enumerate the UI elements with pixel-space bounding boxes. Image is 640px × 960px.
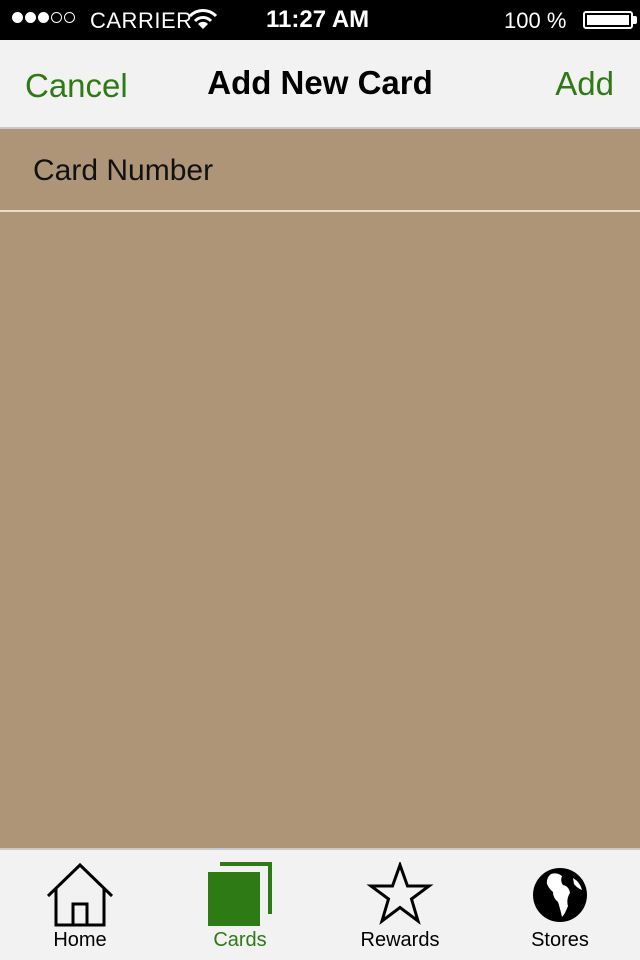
wifi-icon — [188, 7, 218, 37]
tab-label: Home — [53, 929, 107, 951]
nav-bar: Cancel Add New Card Add — [0, 40, 640, 129]
star-icon — [365, 860, 435, 928]
add-button[interactable]: Add — [555, 65, 614, 103]
card-number-input[interactable] — [0, 131, 640, 210]
status-time: 11:27 AM — [266, 6, 370, 33]
status-bar: CARRIER 11:27 AM 100 % — [0, 0, 640, 40]
globe-icon — [525, 862, 595, 928]
home-icon — [45, 862, 115, 928]
battery-percent: 100 % — [504, 8, 567, 33]
battery-icon — [583, 11, 633, 29]
page-title: Add New Card — [207, 64, 433, 101]
tab-rewards[interactable]: Rewards — [320, 850, 480, 960]
signal-strength-icon — [12, 12, 75, 23]
cards-icon — [205, 862, 275, 928]
tab-cards[interactable]: Cards — [160, 850, 320, 960]
tab-label: Stores — [531, 929, 589, 951]
tab-home[interactable]: Home — [0, 850, 160, 960]
tab-stores[interactable]: Stores — [480, 850, 640, 960]
tab-bar: Home Cards Rewards Stores — [0, 848, 640, 960]
card-number-row — [0, 131, 640, 212]
battery-nub — [633, 16, 637, 24]
tab-label: Cards — [213, 929, 267, 951]
tab-label: Rewards — [360, 929, 440, 951]
carrier-name: CARRIER — [90, 8, 193, 33]
